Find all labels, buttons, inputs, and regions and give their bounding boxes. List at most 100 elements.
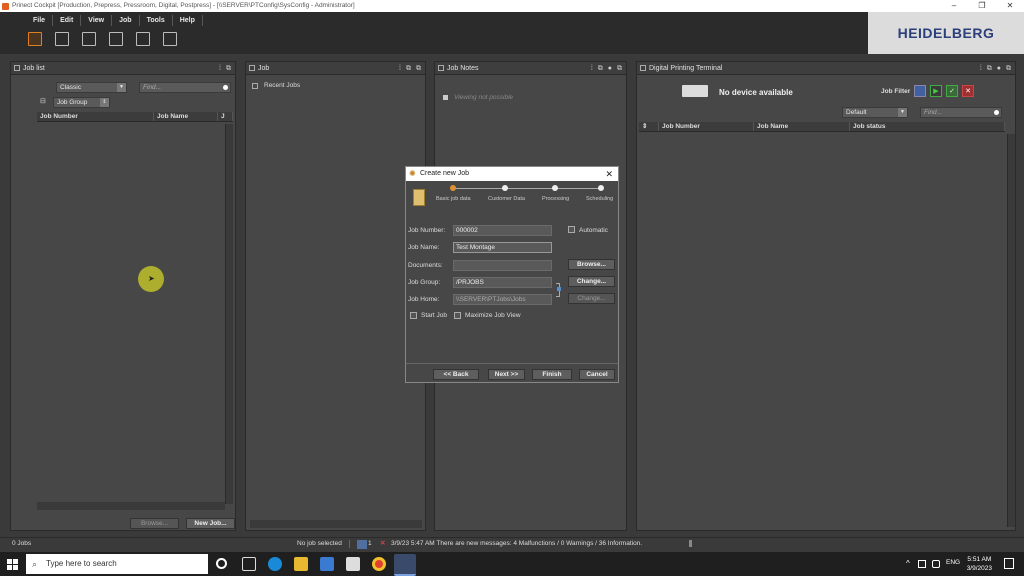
recent-jobs-item[interactable]: Recent Jobs	[264, 82, 300, 89]
restore-icon[interactable]: ⧉	[406, 62, 411, 75]
job-home-label: Job Home:	[408, 296, 440, 303]
file-explorer-icon[interactable]	[294, 557, 308, 571]
taskbar-search-input[interactable]: ⌕ Type here to search	[26, 554, 208, 574]
dpt-find-input[interactable]: Find...	[920, 107, 1002, 118]
minimize-button[interactable]: –	[940, 0, 968, 12]
statusbar-sep	[349, 540, 350, 548]
mail-icon[interactable]	[346, 557, 360, 571]
folder-icon	[413, 189, 425, 206]
detach-icon[interactable]: ⧉	[1006, 62, 1011, 75]
pin-icon[interactable]: ⁞	[399, 62, 401, 75]
resize-grip-icon[interactable]	[689, 540, 703, 547]
col-j[interactable]: J	[218, 112, 233, 121]
message-text[interactable]: 3/9/23 5:47 AM There are new messages: 4…	[391, 538, 642, 550]
jobs-icon[interactable]	[28, 32, 42, 46]
globe-icon[interactable]: ●	[997, 62, 1001, 75]
view-combo[interactable]: Classic ▼	[56, 82, 127, 93]
restore-icon[interactable]: ⧉	[226, 62, 231, 75]
menu-tools[interactable]: Tools	[140, 15, 173, 26]
edge-icon[interactable]	[268, 557, 282, 571]
prinect-taskbar-icon[interactable]	[394, 554, 416, 576]
close-button[interactable]: ✕	[996, 0, 1024, 12]
documents-label: Documents:	[408, 262, 443, 269]
play-icon[interactable]: ▶	[930, 85, 942, 97]
window-titlebar: Prinect Cockpit [Production, Prepress, P…	[0, 0, 1024, 12]
menu-edit[interactable]: Edit	[53, 15, 82, 26]
col-job-number[interactable]: Job Number	[659, 122, 754, 131]
report-icon[interactable]	[163, 32, 177, 46]
link-icon[interactable]	[557, 287, 561, 291]
document-icon[interactable]	[136, 32, 150, 46]
language-indicator[interactable]: ENG	[946, 559, 960, 566]
speaker-icon[interactable]	[932, 560, 940, 568]
finish-button[interactable]: Finish	[532, 369, 572, 380]
settings-icon[interactable]	[109, 32, 123, 46]
step-label-2: Customer Data	[488, 196, 525, 202]
restore-icon[interactable]: ⧉	[598, 62, 603, 75]
network-icon[interactable]	[918, 560, 926, 568]
job-number-field[interactable]: 000002	[453, 225, 552, 236]
stop-icon[interactable]: ✕	[962, 85, 974, 97]
start-job-checkbox[interactable]	[410, 312, 417, 319]
restore-icon[interactable]: ⧉	[987, 62, 992, 75]
joblist-find-input[interactable]: Find...	[139, 82, 231, 93]
menu-file[interactable]: File	[26, 15, 54, 26]
dialog-browse-button[interactable]: Browse...	[568, 259, 615, 270]
next-button[interactable]: Next >>	[488, 369, 525, 380]
detach-icon[interactable]: ⧉	[617, 62, 622, 75]
cancel-button[interactable]: Cancel	[579, 369, 615, 380]
filter-combo[interactable]: Default ▼	[842, 107, 908, 118]
job-hscroll[interactable]	[250, 520, 422, 528]
notification-icon[interactable]	[1004, 558, 1014, 569]
col-job-name[interactable]: Job Name	[154, 112, 218, 121]
devices-icon[interactable]	[82, 32, 96, 46]
back-button[interactable]: << Back	[433, 369, 479, 380]
chrome-icon[interactable]	[372, 557, 386, 571]
joblist-hscroll[interactable]	[37, 502, 225, 510]
menu-job[interactable]: Job	[112, 15, 140, 26]
pin-icon[interactable]: ⁞	[980, 62, 982, 75]
job-name-field[interactable]: Test Montage	[453, 242, 552, 253]
change-home-button[interactable]: Change...	[568, 293, 615, 304]
globe-icon[interactable]: ●	[608, 62, 612, 75]
step-label-4: Scheduling	[586, 196, 614, 202]
menu-view[interactable]: View	[81, 15, 113, 26]
change-group-button[interactable]: Change...	[568, 276, 615, 287]
joblist-vscroll[interactable]	[225, 124, 233, 504]
check-icon[interactable]: ✓	[946, 85, 958, 97]
detach-icon[interactable]: ⧉	[416, 62, 421, 75]
new-job-button[interactable]: New Job...	[186, 518, 235, 529]
job-group-field[interactable]: /PRJOBS	[453, 277, 552, 288]
message-icon[interactable]	[357, 540, 367, 549]
col-job-name[interactable]: Job Name	[754, 122, 850, 131]
clock[interactable]: 5:51 AM 3/9/2023	[967, 555, 992, 573]
browse-button[interactable]: Browse...	[130, 518, 179, 529]
menu-help[interactable]: Help	[173, 15, 203, 26]
step-label-1: Basic job data	[436, 196, 471, 202]
col-sort[interactable]: ⇕	[639, 122, 659, 131]
windows-start-icon[interactable]	[7, 559, 18, 570]
dialog-close-icon[interactable]: ✕	[605, 167, 613, 181]
joblist-table-header: Job Number Job Name J	[37, 112, 233, 122]
col-job-number[interactable]: Job Number	[37, 112, 154, 121]
tray-chevron-icon[interactable]: ^	[906, 559, 910, 568]
error-icon[interactable]: ✕	[380, 538, 385, 550]
dpt-title: Digital Printing Terminal	[649, 65, 723, 72]
pin-icon[interactable]: ⁞	[219, 62, 221, 75]
cortana-icon[interactable]	[216, 558, 227, 569]
pause-icon[interactable]	[914, 85, 926, 97]
maximize-button[interactable]: ❐	[968, 0, 996, 12]
job-group-combo[interactable]: Job Group ⇕	[53, 97, 110, 108]
production-icon[interactable]	[55, 32, 69, 46]
documents-field[interactable]	[453, 260, 552, 271]
col-job-status[interactable]: Job status	[850, 122, 1005, 131]
task-view-icon[interactable]	[242, 557, 256, 571]
dpt-vscroll[interactable]	[1007, 134, 1015, 527]
dialog-titlebar: ✺ Create new Job ✕	[406, 167, 618, 181]
maximize-checkbox[interactable]	[454, 312, 461, 319]
job-group-label: Job Group:	[408, 279, 441, 286]
automatic-checkbox[interactable]	[568, 226, 575, 233]
notes-empty-text: Viewing not possible	[454, 94, 514, 101]
store-icon[interactable]	[320, 557, 334, 571]
pin-icon[interactable]: ⁞	[591, 62, 593, 75]
